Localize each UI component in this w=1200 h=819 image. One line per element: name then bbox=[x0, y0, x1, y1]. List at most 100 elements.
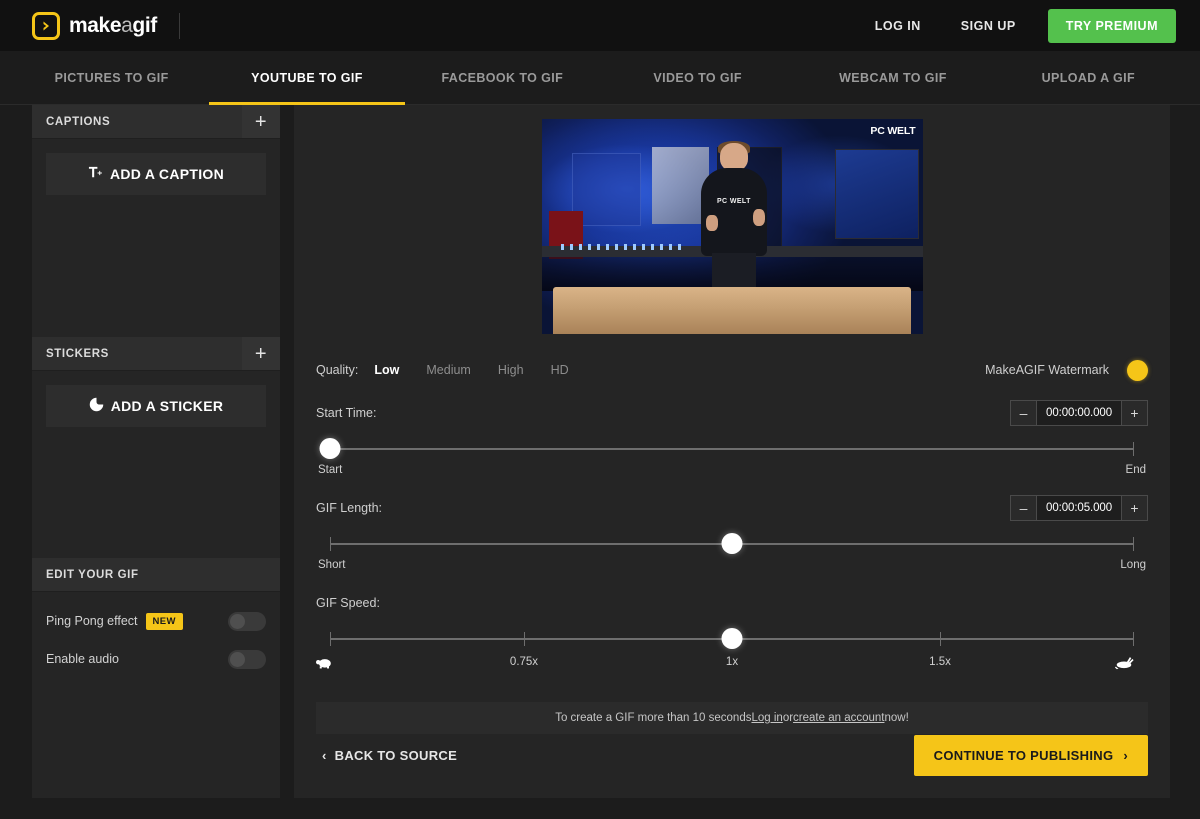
back-to-source-button[interactable]: ‹ BACK TO SOURCE bbox=[316, 738, 463, 773]
quality-option-medium[interactable]: Medium bbox=[426, 363, 470, 377]
gif-speed-slider-knob[interactable] bbox=[722, 628, 743, 649]
video-presenter: PC WELT bbox=[698, 143, 770, 285]
try-premium-button[interactable]: TRY PREMIUM bbox=[1048, 9, 1176, 43]
notice-post-text: now! bbox=[884, 712, 908, 724]
gif-length-left-label: Short bbox=[318, 559, 346, 571]
start-time-stepper: – 00:00:00.000 + bbox=[1010, 400, 1148, 426]
presenter-head bbox=[720, 143, 748, 171]
add-a-sticker-label: ADD A STICKER bbox=[111, 398, 224, 414]
gif-speed-label-1x: 1x bbox=[726, 656, 738, 668]
new-badge: NEW bbox=[146, 613, 183, 630]
gif-controls: Quality: Low Medium High HD MakeAGIF Wat… bbox=[294, 334, 1170, 676]
start-time-increment-button[interactable]: + bbox=[1122, 401, 1147, 425]
start-time-value[interactable]: 00:00:00.000 bbox=[1036, 401, 1122, 425]
presenter-shirt-text: PC WELT bbox=[701, 198, 768, 205]
ping-pong-effect-toggle[interactable] bbox=[228, 612, 266, 631]
captions-section-body: ADD A CAPTION bbox=[32, 139, 280, 337]
gif-speed-label-075: 0.75x bbox=[510, 656, 538, 668]
stickers-section-body: ADD A STICKER bbox=[32, 371, 280, 558]
video-foreground-table bbox=[553, 287, 911, 334]
gif-length-slider[interactable] bbox=[316, 531, 1148, 557]
gif-length-slider-knob[interactable] bbox=[722, 533, 743, 554]
start-time-slider[interactable] bbox=[316, 436, 1148, 462]
signup-notice: To create a GIF more than 10 seconds Log… bbox=[316, 702, 1148, 734]
header-divider bbox=[179, 13, 180, 39]
gif-length-stepper: – 00:00:05.000 + bbox=[1010, 495, 1148, 521]
tab-youtube-to-gif[interactable]: YOUTUBE TO GIF bbox=[209, 51, 404, 104]
tab-video-to-gif[interactable]: VIDEO TO GIF bbox=[600, 51, 795, 104]
gif-speed-slider[interactable] bbox=[316, 626, 1148, 652]
watermark-control: MakeAGIF Watermark bbox=[985, 360, 1148, 381]
rabbit-icon bbox=[1114, 656, 1134, 673]
tab-facebook-to-gif[interactable]: FACEBOOK TO GIF bbox=[405, 51, 600, 104]
tab-pictures-to-gif[interactable]: PICTURES TO GIF bbox=[14, 51, 209, 104]
add-a-sticker-button[interactable]: ADD A STICKER bbox=[46, 385, 266, 427]
logo-gif: gif bbox=[132, 14, 156, 37]
notice-login-link[interactable]: Log in bbox=[751, 712, 782, 724]
watermark-label: MakeAGIF Watermark bbox=[985, 363, 1109, 377]
quality-label: Quality: bbox=[316, 363, 358, 377]
add-a-caption-button[interactable]: ADD A CAPTION bbox=[46, 153, 266, 195]
edit-your-gif-body: Ping Pong effect NEW Enable audio bbox=[32, 592, 280, 678]
continue-to-publishing-label: CONTINUE TO PUBLISHING bbox=[934, 748, 1114, 763]
start-time-track bbox=[330, 448, 1134, 450]
site-header: makeagif LOG IN SIGN UP TRY PREMIUM bbox=[0, 0, 1200, 51]
gif-speed-track-cap-right bbox=[1133, 632, 1134, 646]
start-time-right-label: End bbox=[1126, 464, 1146, 476]
start-time-slider-knob[interactable] bbox=[320, 438, 341, 459]
back-to-source-label: BACK TO SOURCE bbox=[335, 748, 457, 763]
start-time-decrement-button[interactable]: – bbox=[1011, 401, 1036, 425]
add-sticker-plus-icon[interactable]: + bbox=[242, 337, 280, 370]
quality-option-high[interactable]: High bbox=[498, 363, 524, 377]
start-time-left-label: Start bbox=[318, 464, 342, 476]
gif-speed-labels: 0.75x 1x 1.5x bbox=[316, 654, 1148, 676]
gif-speed-tick-15 bbox=[940, 632, 941, 646]
video-channel-watermark: PC WELT bbox=[870, 125, 915, 137]
signup-button[interactable]: SIGN UP bbox=[941, 11, 1036, 41]
stickers-empty-area bbox=[46, 427, 266, 544]
captions-title: CAPTIONS bbox=[46, 116, 110, 128]
gif-length-slider-labels: Short Long bbox=[316, 559, 1148, 571]
stickers-section-header: STICKERS + bbox=[32, 337, 280, 371]
video-led-strip bbox=[561, 244, 683, 249]
notice-create-account-link[interactable]: create an account bbox=[793, 712, 884, 724]
presenter-right-hand bbox=[753, 209, 765, 226]
gif-editor-main: PC WELT PC WELT Quality: Low Medium High… bbox=[294, 105, 1170, 798]
gif-length-decrement-button[interactable]: – bbox=[1011, 496, 1036, 520]
editor-footer: ‹ BACK TO SOURCE CONTINUE TO PUBLISHING … bbox=[294, 735, 1170, 798]
tab-upload-a-gif[interactable]: UPLOAD A GIF bbox=[991, 51, 1186, 104]
video-monitor bbox=[835, 149, 919, 239]
turtle-icon bbox=[316, 656, 333, 672]
gif-length-increment-button[interactable]: + bbox=[1122, 496, 1147, 520]
enable-audio-toggle[interactable] bbox=[228, 650, 266, 669]
continue-to-publishing-button[interactable]: CONTINUE TO PUBLISHING › bbox=[914, 735, 1148, 776]
captions-empty-area bbox=[46, 195, 266, 323]
gif-length-block: GIF Length: – 00:00:05.000 + Short Long bbox=[316, 495, 1148, 571]
edit-your-gif-title: EDIT YOUR GIF bbox=[46, 569, 139, 581]
login-button[interactable]: LOG IN bbox=[855, 11, 941, 41]
quality-option-hd[interactable]: HD bbox=[551, 363, 569, 377]
gif-length-value[interactable]: 00:00:05.000 bbox=[1036, 496, 1122, 520]
gif-length-header: GIF Length: – 00:00:05.000 + bbox=[316, 495, 1148, 521]
chevron-right-icon: › bbox=[1123, 748, 1128, 763]
edit-your-gif-section-header: EDIT YOUR GIF bbox=[32, 558, 280, 592]
workspace: CAPTIONS + ADD A CAPTION STICKERS + ADD … bbox=[0, 105, 1200, 810]
ping-pong-effect-row: Ping Pong effect NEW bbox=[32, 602, 280, 640]
add-caption-plus-icon[interactable]: + bbox=[242, 105, 280, 138]
start-time-track-cap-right bbox=[1133, 442, 1134, 456]
tab-webcam-to-gif[interactable]: WEBCAM TO GIF bbox=[795, 51, 990, 104]
logo[interactable]: makeagif bbox=[32, 12, 157, 40]
video-preview[interactable]: PC WELT PC WELT bbox=[542, 119, 923, 334]
gif-length-right-label: Long bbox=[1120, 559, 1146, 571]
start-time-slider-labels: Start End bbox=[316, 464, 1148, 476]
logo-make: make bbox=[69, 14, 121, 37]
presenter-left-hand bbox=[706, 215, 718, 231]
watermark-toggle[interactable] bbox=[1127, 360, 1148, 381]
logo-text: makeagif bbox=[69, 14, 157, 38]
gif-speed-track-cap-left bbox=[330, 632, 331, 646]
gif-speed-tick-075 bbox=[524, 632, 525, 646]
gif-speed-header: GIF Speed: bbox=[316, 590, 1148, 616]
quality-row: Quality: Low Medium High HD MakeAGIF Wat… bbox=[316, 359, 1148, 381]
gif-speed-label-15x: 1.5x bbox=[929, 656, 951, 668]
quality-option-low[interactable]: Low bbox=[374, 363, 399, 377]
